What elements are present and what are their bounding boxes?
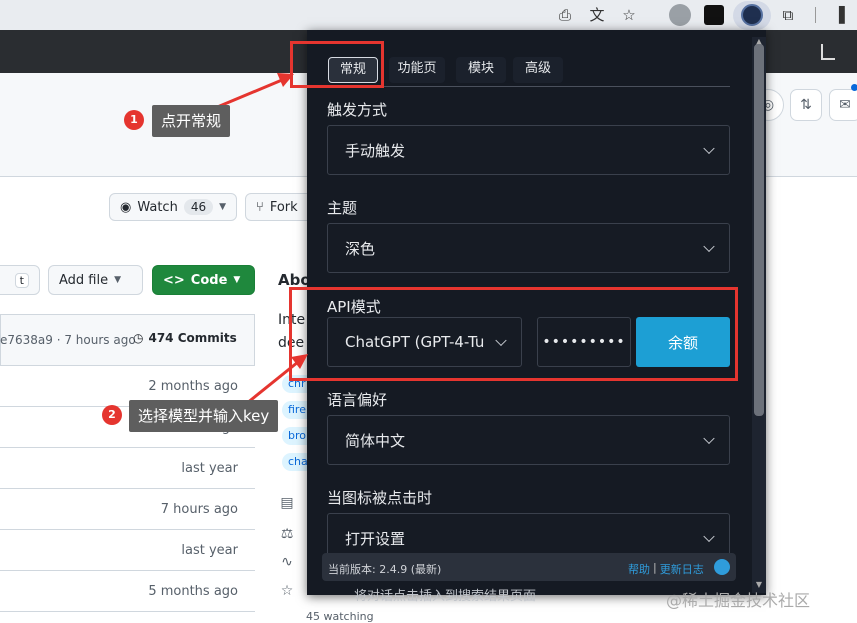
step-1-callout: 点开常规 — [152, 105, 231, 137]
language-label: 语言偏好 — [327, 391, 388, 409]
watch-label: Watch — [137, 199, 178, 215]
bookmark-folder-icon[interactable] — [821, 44, 835, 60]
inbox-icon[interactable]: ✉ — [829, 89, 857, 121]
code-button[interactable]: <> Code ▼ — [152, 265, 255, 295]
scroll-thumb[interactable] — [754, 44, 764, 416]
add-file-label: Add file — [59, 272, 109, 288]
install-icon[interactable]: ⎙ — [555, 5, 575, 25]
chevron-down-icon — [703, 530, 715, 543]
highlight-general-tab — [290, 41, 384, 88]
step-2-callout: 选择模型并输入key — [129, 400, 279, 432]
version-text: 当前版本: 2.4.9 (最新) — [328, 563, 442, 576]
translate-icon[interactable]: 文 — [587, 5, 607, 25]
extension-active-icon[interactable] — [741, 4, 763, 26]
help-link[interactable]: 帮助 — [628, 561, 650, 577]
trigger-value: 手动触发 — [345, 141, 406, 160]
extension-lightning-icon[interactable] — [669, 4, 691, 26]
chevron-down-icon — [703, 142, 715, 155]
watch-button[interactable]: ◉ Watch 46 ▼ — [109, 193, 237, 221]
table-row[interactable]: 5 months ago — [0, 571, 255, 612]
tab-feature-page[interactable]: 功能页 — [389, 57, 445, 83]
table-row[interactable]: last year — [0, 448, 255, 489]
commit-hash[interactable]: e7638a9 · 7 hours ago — [0, 333, 136, 347]
chevron-down-icon — [703, 432, 715, 445]
file-date: 7 hours ago — [160, 502, 238, 517]
fork-icon: ⑂ — [256, 199, 264, 215]
tab-advanced[interactable]: 高级 — [513, 57, 563, 83]
caret-down-icon: ▼ — [233, 275, 241, 285]
book-icon: ▤ — [280, 495, 294, 511]
code-icon: <> — [163, 272, 185, 288]
shortcut-key: t — [14, 272, 29, 288]
add-file-button[interactable]: Add file ▼ — [48, 265, 143, 295]
table-row[interactable]: 7 hours ago — [0, 489, 255, 530]
caret-down-icon: ▼ — [219, 202, 227, 212]
table-row[interactable]: last year — [0, 530, 255, 571]
eye-icon: ◉ — [120, 199, 132, 215]
icon-click-value: 打开设置 — [345, 529, 406, 548]
inline-insert-option: 将对话点击插入到搜索结果页面 — [354, 589, 537, 604]
file-date: last year — [181, 461, 238, 476]
theme-select[interactable]: 深色 — [327, 223, 730, 273]
extension-black-icon[interactable] — [704, 5, 724, 25]
toolbar-separator — [815, 7, 816, 23]
trigger-select[interactable]: 手动触发 — [327, 125, 730, 175]
fork-label: Fork — [269, 199, 298, 215]
footer-separator: | — [653, 561, 657, 574]
code-label: Code — [190, 272, 228, 288]
go-to-file-button[interactable]: t — [0, 265, 40, 295]
watch-count: 46 — [183, 199, 214, 215]
file-date: last year — [181, 543, 238, 558]
browser-toolbar — [0, 0, 857, 30]
file-date: 5 months ago — [148, 584, 238, 599]
theme-value: 深色 — [345, 239, 376, 258]
law-icon: ⚖ — [280, 526, 294, 542]
star-icon[interactable]: ☆ — [619, 5, 639, 25]
icon-click-label: 当图标被点击时 — [327, 489, 433, 507]
file-date: 2 months ago — [148, 379, 238, 394]
highlight-api-section — [289, 287, 738, 381]
chevron-down-icon — [703, 240, 715, 253]
watermark: @稀土掘金技术社区 — [666, 591, 811, 610]
notification-dot — [851, 84, 857, 91]
puzzle-icon[interactable]: ⧉ — [778, 5, 798, 25]
changelog-link[interactable]: 更新日志 — [660, 561, 704, 577]
tab-modules[interactable]: 模块 — [456, 57, 506, 83]
language-select[interactable]: 简体中文 — [327, 415, 730, 465]
history-icon: ◷ — [133, 331, 144, 345]
fork-button[interactable]: ⑂ Fork — [245, 193, 315, 221]
footer-links: 帮助 | 更新日志 — [628, 561, 704, 577]
commits-link[interactable]: ◷ 474 Commits — [133, 331, 237, 345]
step-2-badge: 2 — [102, 405, 122, 425]
github-icon[interactable] — [714, 559, 730, 575]
star-icon: ☆ — [280, 583, 294, 599]
language-value: 简体中文 — [345, 431, 406, 450]
sidepanel-icon[interactable]: ▐ — [829, 5, 849, 25]
pull-request-icon[interactable]: ⇅ — [790, 89, 822, 121]
tabs-divider — [326, 86, 730, 87]
pulse-icon: ∿ — [281, 554, 293, 570]
commits-label: 474 Commits — [148, 331, 237, 345]
theme-label: 主题 — [327, 199, 358, 217]
trigger-label: 触发方式 — [327, 101, 388, 119]
caret-down-icon: ▼ — [114, 275, 122, 285]
step-1-badge: 1 — [124, 110, 144, 130]
